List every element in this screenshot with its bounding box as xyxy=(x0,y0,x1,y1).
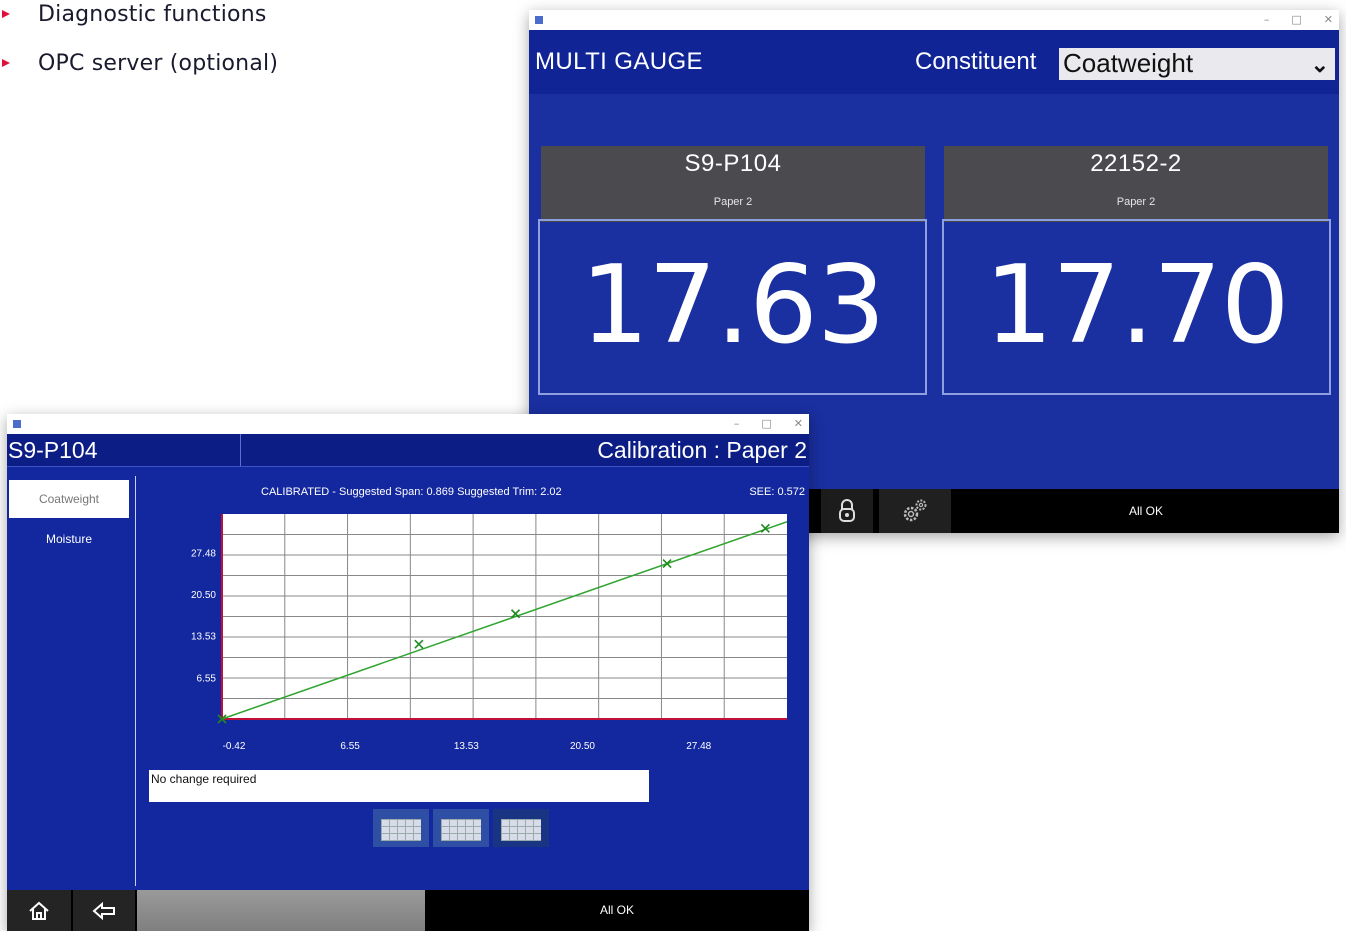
x-tick-label: 27.48 xyxy=(686,741,711,752)
maximize-icon[interactable]: □ xyxy=(761,417,771,430)
gauge-header-card[interactable]: 22152-2 Paper 2 xyxy=(944,146,1328,222)
y-tick-label: 6.55 xyxy=(197,673,217,684)
gauge-value: 17.70 xyxy=(984,243,1289,368)
y-tick-label: 20.50 xyxy=(191,590,216,601)
bullet-text: OPC server (optional) xyxy=(38,50,279,76)
gauge-header-card[interactable]: S9-P104 Paper 2 xyxy=(541,146,925,222)
constituent-value: Coatweight xyxy=(1063,48,1194,78)
gauge-product: Paper 2 xyxy=(713,196,753,208)
maximize-icon[interactable]: □ xyxy=(1291,13,1301,26)
scatter-view-button[interactable] xyxy=(493,809,549,847)
bullet-arrow-icon xyxy=(2,9,12,19)
minimize-icon[interactable]: – xyxy=(734,417,740,430)
sidebar-item-coatweight[interactable]: Coatweight xyxy=(9,480,129,518)
home-button[interactable] xyxy=(7,890,71,931)
view-buttons xyxy=(373,809,549,847)
app-icon xyxy=(535,16,543,24)
x-tick-label: 6.55 xyxy=(340,741,360,752)
message-box: No change required xyxy=(149,770,649,802)
constituent-label: Constituent xyxy=(915,48,1037,75)
bullet-text: Diagnostic functions xyxy=(38,1,267,27)
y-tick-label: 27.48 xyxy=(191,548,216,559)
bullet-arrow-icon xyxy=(2,58,12,68)
page-title: Calibration : Paper 2 xyxy=(597,437,807,463)
home-icon xyxy=(29,901,49,920)
gauge-product: Paper 2 xyxy=(1116,196,1156,208)
back-arrow-icon xyxy=(92,901,115,921)
close-icon[interactable]: ✕ xyxy=(1324,13,1333,26)
fit-view-icon xyxy=(441,819,481,841)
scatter-view-icon xyxy=(501,819,541,841)
status-bar: All OK xyxy=(7,890,809,931)
see-value: SEE: 0.572 xyxy=(749,486,805,498)
bullet-item: Diagnostic functions xyxy=(0,0,267,30)
gears-icon xyxy=(903,499,927,522)
x-tick-label: -0.42 xyxy=(223,741,246,752)
window-titlebar: – □ ✕ xyxy=(529,10,1339,30)
message-text: No change required xyxy=(151,772,257,786)
status-text: All OK xyxy=(1128,504,1163,518)
lock-icon xyxy=(839,499,855,522)
lock-button[interactable] xyxy=(821,489,873,533)
window-titlebar: – □ ✕ xyxy=(7,414,809,434)
gauge-value-box[interactable]: 17.70 xyxy=(942,219,1331,395)
gauge-value: 17.63 xyxy=(580,243,885,368)
y-tick-label: 13.53 xyxy=(191,632,216,643)
minimize-icon[interactable]: – xyxy=(1264,13,1270,26)
x-tick-label: 20.50 xyxy=(570,741,595,752)
page-title: MULTI GAUGE xyxy=(535,48,703,75)
calibration-window: – □ ✕ S9-P104 Calibration : Paper 2 Coat… xyxy=(7,414,809,931)
x-tick-label: 13.53 xyxy=(454,741,479,752)
constituent-sidebar: Coatweight Moisture xyxy=(7,476,136,886)
fit-view-button[interactable] xyxy=(433,809,489,847)
calibration-chart: 27.48 20.50 13.53 6.55 -0.42 6.55 13.53 20.50 27… xyxy=(191,514,788,752)
progress-area xyxy=(137,890,425,931)
grid-view-button[interactable] xyxy=(373,809,429,847)
chevron-down-icon: ⌄ xyxy=(1310,52,1329,77)
window-controls: – □ ✕ xyxy=(734,417,803,430)
calibration-info: CALIBRATED - Suggested Span: 0.869 Sugge… xyxy=(261,486,562,498)
gauge-name: S9-P104 xyxy=(684,150,782,177)
bullet-item: OPC server (optional) xyxy=(0,47,278,79)
sidebar-item-moisture[interactable]: Moisture xyxy=(9,520,129,558)
settings-button[interactable] xyxy=(879,489,951,533)
gauge-value-box[interactable]: 17.63 xyxy=(538,219,927,395)
gauge-name: 22152-2 xyxy=(1090,150,1182,177)
window-controls: – □ ✕ xyxy=(1264,13,1333,26)
app-icon xyxy=(13,420,21,428)
constituent-select[interactable]: Coatweight ⌄ xyxy=(1059,48,1335,80)
status-text: All OK xyxy=(599,903,634,917)
close-icon[interactable]: ✕ xyxy=(794,417,803,430)
back-button[interactable] xyxy=(73,890,135,931)
device-name: S9-P104 xyxy=(7,434,241,466)
grid-view-icon xyxy=(381,819,421,841)
